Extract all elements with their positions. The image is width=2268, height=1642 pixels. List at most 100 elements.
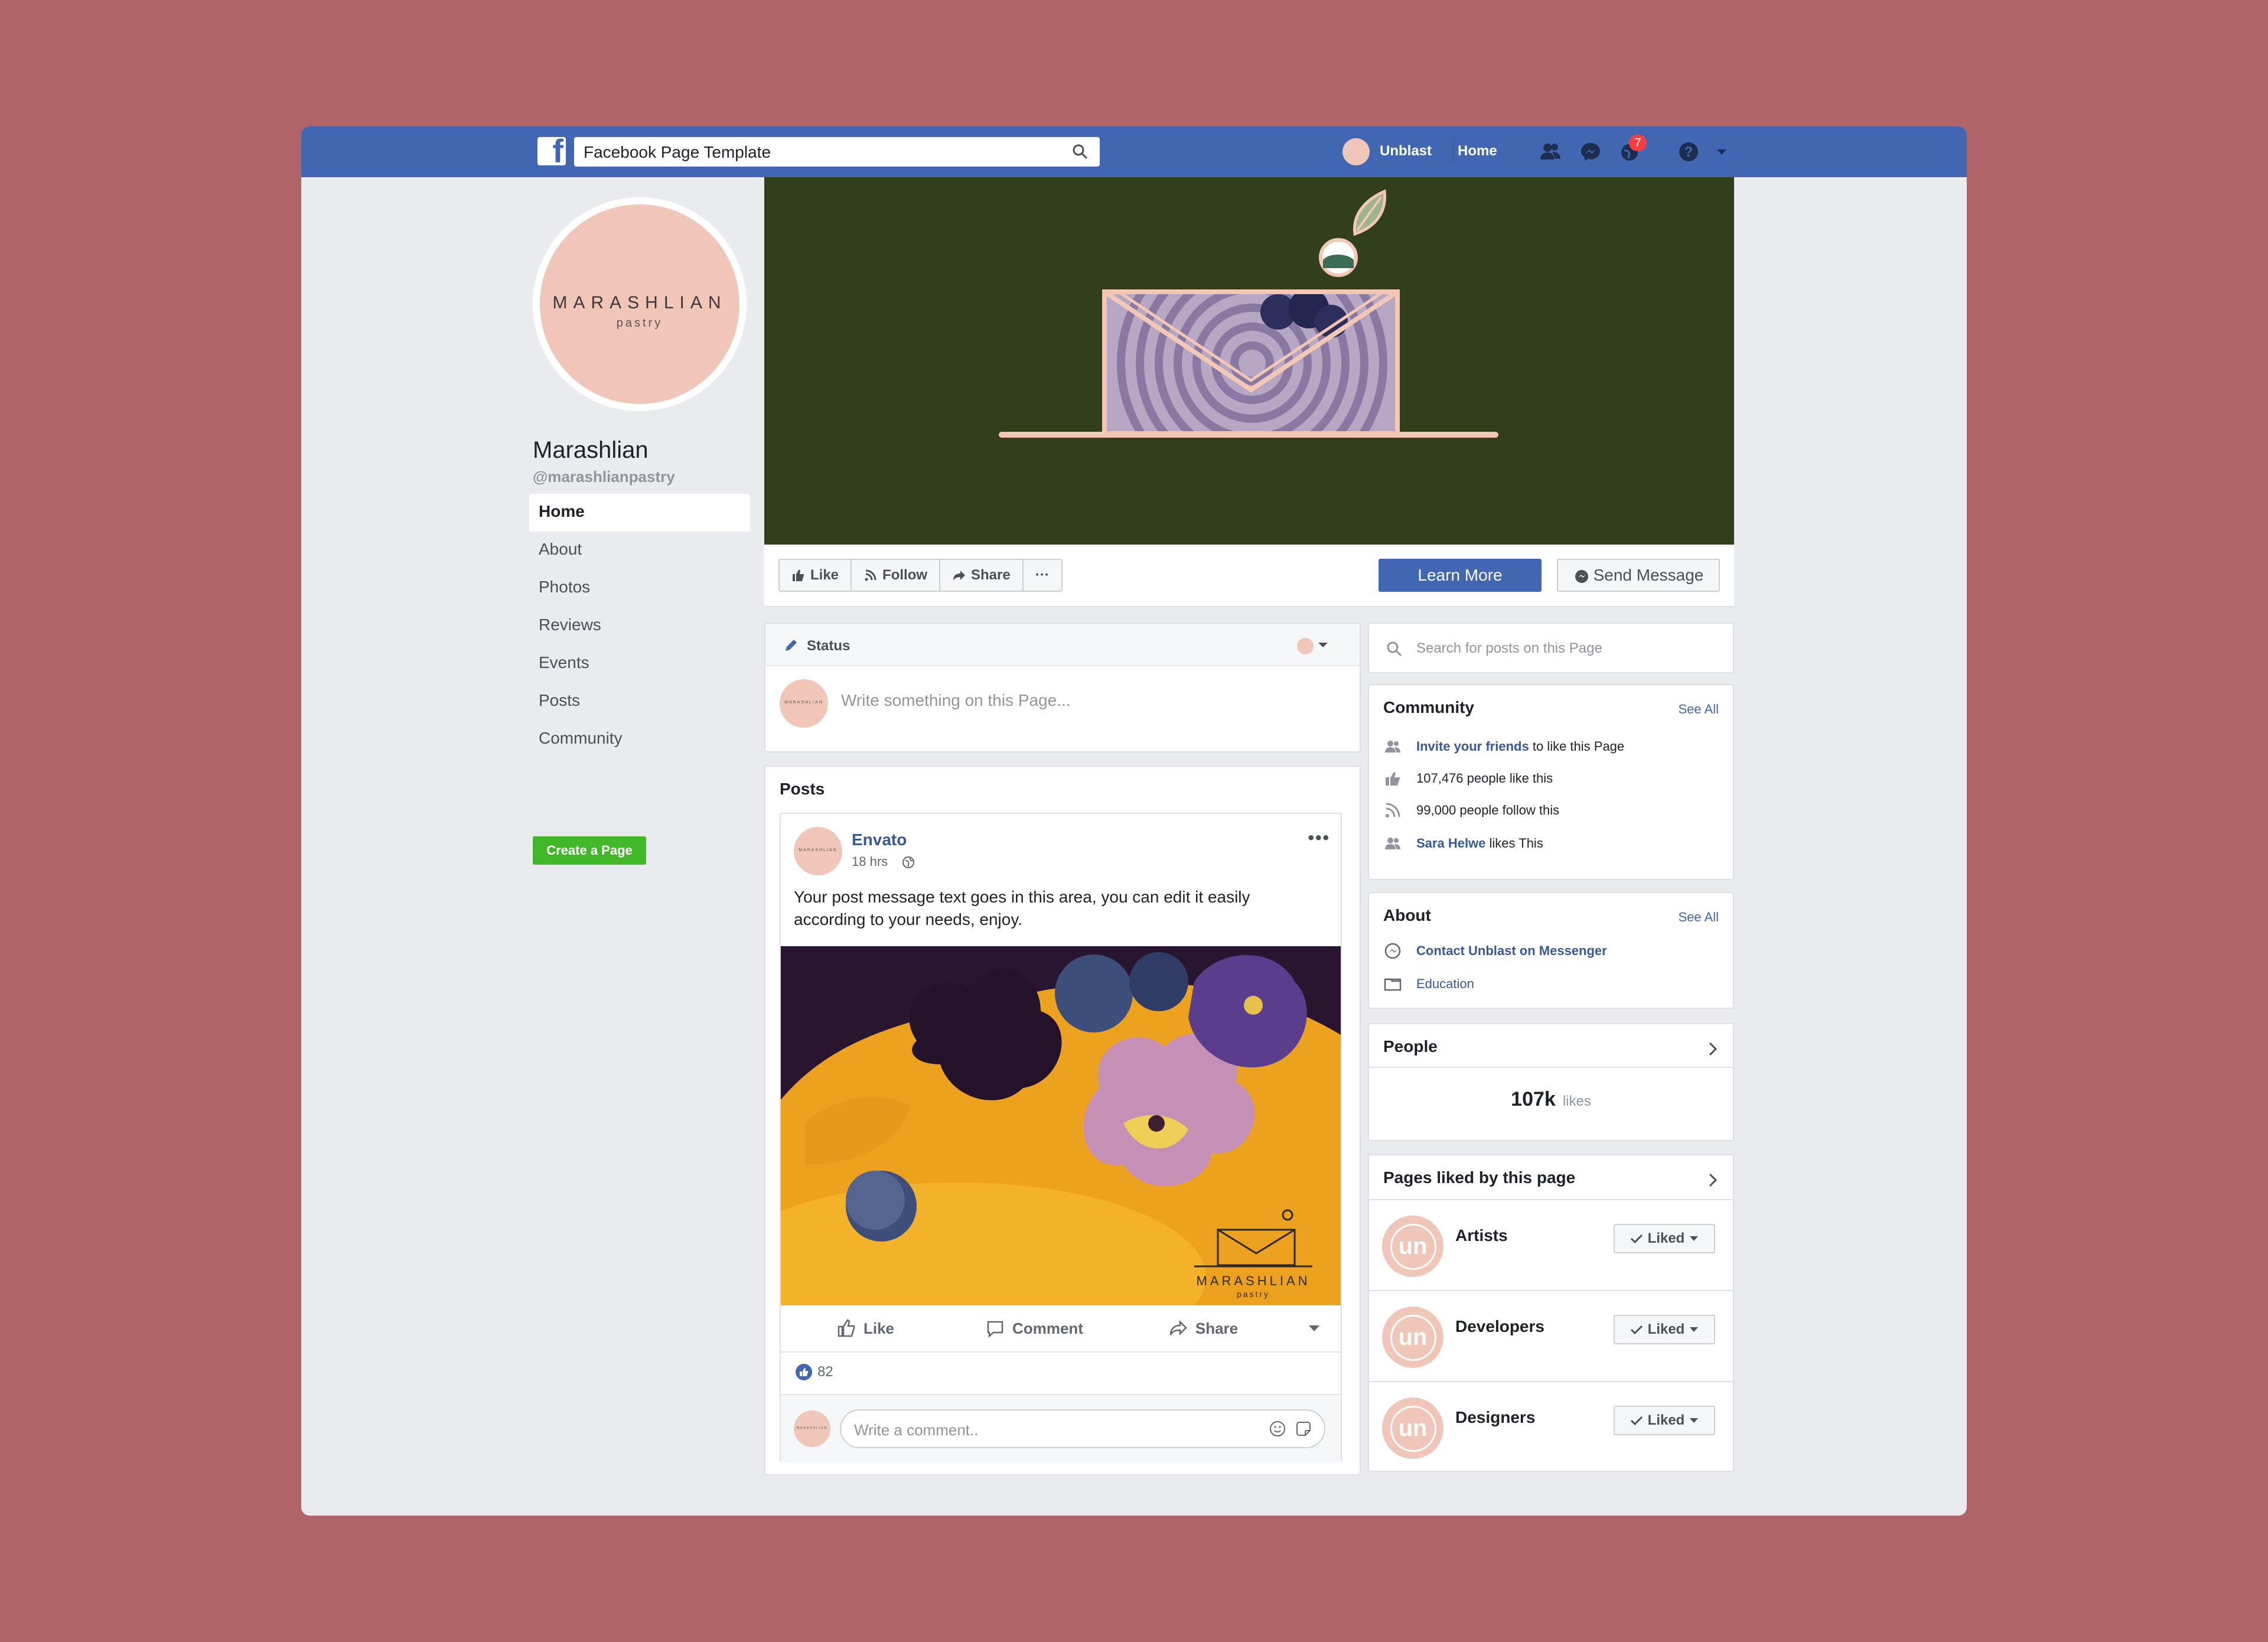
more-options-button[interactable]: ··· [1024,560,1061,591]
post-author-name[interactable]: Envato [852,830,907,849]
search-input-value: Facebook Page Template [584,143,771,161]
friend-name-link[interactable]: Sara Helwe [1416,836,1485,851]
post-like-label: Like [863,1319,895,1337]
about-heading: About [1383,906,1431,924]
reaction-count: 82 [817,1364,833,1380]
nav-item-events[interactable]: Events [529,645,750,683]
post-card: MARASHLIAN Envato 18 hrs ••• Your post m… [780,813,1342,1462]
notification-badge: 7 [1629,135,1647,151]
unblast-logo: un [1382,1397,1443,1459]
chevron-down-icon [1690,1327,1699,1332]
liked-page-item[interactable]: un Designers Liked [1369,1381,1733,1471]
comment-input[interactable]: Write a comment.. [840,1409,1325,1448]
invite-friends-link[interactable]: Invite your friends [1416,739,1529,754]
user-avatar[interactable] [1342,138,1370,165]
reaction-summary[interactable]: 82 [795,1363,833,1381]
cover-photo[interactable] [764,177,1734,545]
search-input[interactable]: Facebook Page Template [574,137,1100,167]
post-share-button[interactable]: Share [1119,1318,1288,1338]
nav-item-home[interactable]: Home [529,494,750,532]
liked-button[interactable]: Liked [1614,1315,1715,1344]
account-menu-chevron-down-icon[interactable] [1708,138,1735,165]
divider [1369,1067,1733,1068]
people-heading[interactable]: People [1383,1037,1438,1056]
logo-subtitle: pastry [616,317,663,330]
sticker-icon[interactable] [1295,1420,1312,1438]
share-page-button[interactable]: Share [940,560,1024,591]
people-count: 107k [1511,1088,1556,1110]
status-tab[interactable]: Status [807,638,850,654]
nav-item-photos[interactable]: Photos [529,569,750,607]
post-timestamp[interactable]: 18 hrs [852,854,915,869]
friend-likes-row: Sara Helwe likes This [1383,834,1543,853]
post-share-label: Share [1195,1319,1239,1337]
status-input[interactable]: Write something on this Page... [841,691,1071,710]
post-author-avatar[interactable]: MARASHLIAN [794,827,842,875]
check-icon [1630,1234,1643,1244]
emoji-icon[interactable] [1269,1420,1286,1438]
liked-page-item[interactable]: un Artists Liked [1369,1199,1733,1289]
create-page-button[interactable]: Create a Page [533,836,646,865]
chevron-right-icon[interactable] [1707,1041,1719,1057]
liked-page-name[interactable]: Developers [1455,1317,1544,1336]
page-post-search[interactable]: Search for posts on this Page [1368,623,1734,673]
page-action-bar: Like Follow Share ··· Learn More Send Me… [764,545,1734,607]
category-link[interactable]: Education [1416,976,1474,992]
chevron-down-icon [1690,1418,1699,1423]
comment-bubble-icon [987,1321,1003,1338]
posts-heading: Posts [780,780,825,798]
nav-item-about[interactable]: About [529,532,750,569]
like-page-button[interactable]: Like [780,560,852,591]
comment-composer: MARASHLIAN Write a comment.. [781,1394,1341,1462]
facebook-logo-icon[interactable]: f [537,135,566,168]
liked-button-label: Liked [1647,1230,1685,1246]
chevron-down-icon[interactable] [1318,643,1328,652]
nav-item-posts[interactable]: Posts [529,683,750,721]
avatar-logo-text: MARASHLIAN [784,701,823,705]
liked-page-name[interactable]: Artists [1455,1226,1508,1245]
send-message-button[interactable]: Send Message [1557,559,1720,592]
page-navigation: Home About Photos Reviews Events Posts C… [529,494,750,758]
community-card: Community See All Invite your friends to… [1368,684,1734,880]
friend-requests-icon[interactable] [1537,138,1564,165]
rss-follow-icon [865,569,876,581]
post-comment-button[interactable]: Comment [950,1318,1119,1338]
community-heading: Community [1383,698,1474,716]
messenger-icon [1384,943,1401,959]
chevron-right-icon[interactable] [1707,1172,1719,1188]
follow-page-button[interactable]: Follow [852,560,941,591]
profile-picture[interactable]: MARASHLIAN pastry [533,197,747,411]
search-icon[interactable] [1071,143,1089,161]
likes-count-row: 107,476 people like this [1383,769,1553,788]
learn-more-button[interactable]: Learn More [1379,559,1542,592]
messenger-icon[interactable] [1577,138,1604,165]
logo-text: un [1398,1415,1428,1441]
page-handle[interactable]: @marashlianpastry [533,468,675,486]
messenger-contact-link[interactable]: Contact Unblast on Messenger [1416,943,1607,959]
nav-item-community[interactable]: Community [529,721,750,758]
search-icon [1387,641,1402,657]
liked-page-name[interactable]: Designers [1455,1408,1535,1427]
follows-count-row: 99,000 people follow this [1383,801,1559,820]
post-as-avatar[interactable] [1297,638,1314,654]
community-see-all-link[interactable]: See All [1679,702,1719,717]
nav-item-reviews[interactable]: Reviews [529,607,750,645]
liked-button[interactable]: Liked [1614,1224,1715,1253]
liked-page-item[interactable]: un Developers Liked [1369,1290,1733,1380]
help-icon[interactable]: ? [1675,138,1702,165]
user-name-link[interactable]: Unblast [1380,143,1432,159]
unblast-logo: un [1382,1307,1443,1368]
dessert-photo: MARASHLIAN pastry [781,946,1341,1305]
post-like-button[interactable]: Like [781,1318,950,1338]
composer-header: Status [765,624,1360,666]
send-message-label: Send Message [1593,566,1704,584]
post-photo[interactable]: MARASHLIAN pastry [781,946,1341,1305]
cover-illustration [999,189,1498,438]
home-link[interactable]: Home [1458,143,1497,159]
liked-button[interactable]: Liked [1614,1406,1715,1435]
pages-liked-heading[interactable]: Pages liked by this page [1383,1168,1575,1187]
post-options-icon[interactable]: ••• [1308,828,1330,848]
about-see-all-link[interactable]: See All [1679,910,1719,925]
share-arrow-icon [953,571,966,581]
audience-chevron-down-icon[interactable] [1288,1324,1341,1333]
